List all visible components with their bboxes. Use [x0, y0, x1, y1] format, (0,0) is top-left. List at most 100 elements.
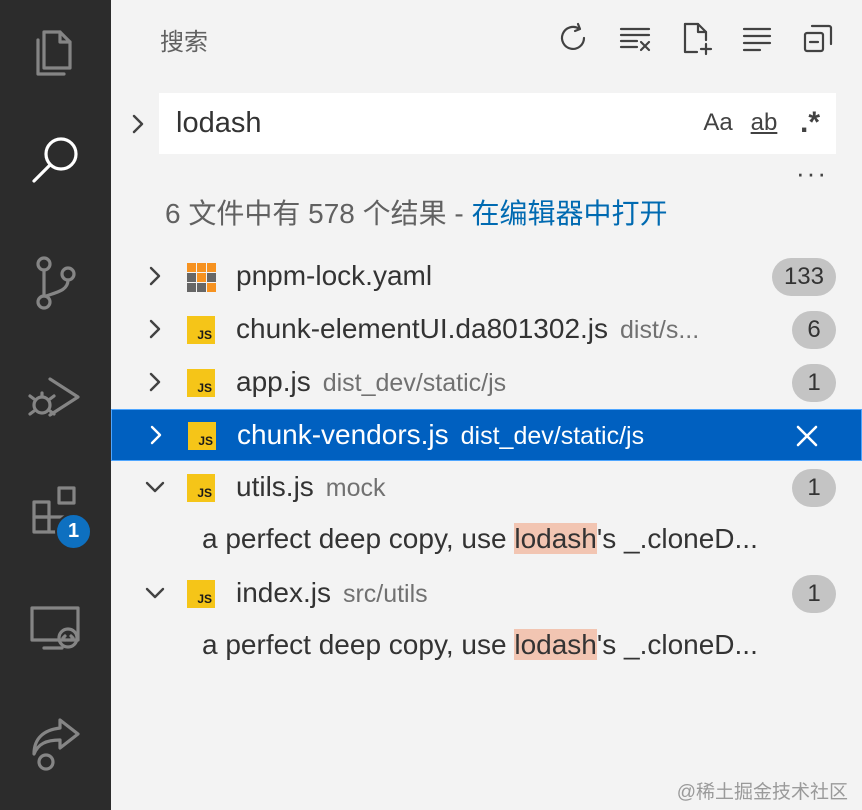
open-in-editor-link[interactable]: 在编辑器中打开 — [472, 198, 668, 229]
file-path: src/utils — [342, 580, 428, 608]
match-highlight: lodash — [514, 523, 597, 554]
js-icon-label: JS — [197, 381, 212, 395]
files-icon — [35, 30, 72, 76]
js-icon-label: JS — [197, 486, 212, 500]
new-search-editor-button[interactable] — [674, 16, 718, 60]
match-highlight: lodash — [514, 629, 597, 660]
js-file-icon: JS — [187, 316, 215, 344]
extensions-button[interactable] — [0, 460, 111, 560]
js-file-icon: JS — [187, 580, 215, 608]
file-name-text: chunk-elementUI.da801302.js — [236, 313, 609, 344]
watermark: @稀土掘金技术社区 — [676, 782, 848, 803]
match-line[interactable]: a perfect deep copy, use lodash's _.clon… — [202, 514, 852, 566]
file-name: utils.js mock — [236, 471, 386, 503]
search-options: Aa ab .* — [702, 105, 826, 141]
js-file-icon: JS — [188, 422, 216, 450]
header-actions — [552, 16, 840, 60]
collapse-all-icon — [742, 27, 772, 52]
file-name: chunk-elementUI.da801302.js dist/s... — [236, 313, 699, 345]
match-count-badge: 1 — [792, 575, 836, 613]
expand-toggle[interactable] — [144, 476, 168, 500]
search-box: Aa ab .* — [159, 93, 836, 154]
file-name-text: index.js — [236, 577, 331, 608]
file-path: mock — [325, 474, 386, 502]
source-control-icon — [35, 256, 76, 310]
file-path: dist_dev/static/js — [322, 369, 507, 397]
chevron-right-icon — [150, 425, 162, 445]
collapse-all-button[interactable] — [735, 16, 779, 60]
chevron-right-icon — [149, 372, 161, 392]
match-count-badge: 6 — [792, 311, 836, 349]
use-regex-toggle[interactable]: .* — [794, 105, 826, 141]
view-as-tree-icon — [803, 24, 833, 53]
file-result-row[interactable]: JS index.js src/utils 1 — [111, 568, 862, 620]
expand-toggle[interactable] — [144, 265, 168, 289]
expand-toggle[interactable] — [145, 424, 169, 448]
file-name-text: utils.js — [236, 471, 314, 502]
view-as-tree-button[interactable] — [796, 16, 840, 60]
file-result-row[interactable]: JS chunk-elementUI.da801302.js dist/s... … — [111, 304, 862, 356]
file-name: pnpm-lock.yaml — [236, 260, 433, 291]
js-icon-label: JS — [197, 328, 212, 342]
match-before: a perfect deep copy, use — [202, 629, 515, 660]
expand-toggle[interactable] — [144, 371, 168, 395]
file-name-text: app.js — [236, 366, 311, 397]
share-icon — [31, 718, 80, 771]
js-file-icon: JS — [187, 474, 215, 502]
remote-explorer-button[interactable] — [0, 578, 111, 678]
js-file-icon: JS — [187, 369, 215, 397]
clear-results-button[interactable] — [613, 16, 657, 60]
match-after: 's _.cloneD... — [596, 523, 758, 554]
refresh-button[interactable] — [552, 16, 596, 60]
file-path: dist/s... — [620, 316, 700, 344]
file-result-row[interactable]: JS utils.js mock 1 — [111, 462, 862, 514]
chevron-right-icon — [132, 114, 144, 134]
results-count-text: 6 文件中有 578 个结果 - — [165, 198, 472, 229]
dismiss-result-button[interactable] — [793, 422, 821, 450]
file-result-row[interactable]: pnpm-lock.yaml 133 — [111, 251, 862, 303]
extensions-badge: 1 — [55, 513, 92, 550]
results-summary: 6 文件中有 578 个结果 - 在编辑器中打开 — [165, 192, 668, 232]
search-sidebar: 搜索 Aa ab .* ··· — [111, 0, 862, 810]
search-icon — [31, 137, 78, 183]
toggle-replace-button[interactable] — [123, 106, 153, 142]
match-count-badge: 133 — [771, 258, 836, 296]
js-icon-label: JS — [198, 434, 213, 448]
search-input[interactable] — [176, 103, 656, 143]
clear-results-icon — [619, 27, 651, 52]
match-line[interactable]: a perfect deep copy, use lodash's _.clon… — [202, 620, 852, 672]
remote-icon — [29, 606, 80, 650]
match-after: 's _.cloneD... — [596, 629, 758, 660]
file-name: chunk-vendors.js dist_dev/static/js — [237, 419, 644, 451]
chevron-down-icon — [145, 587, 165, 599]
sidebar-header: 搜索 — [111, 0, 862, 76]
match-case-toggle[interactable]: Aa — [702, 105, 734, 141]
expand-toggle[interactable] — [144, 582, 168, 606]
activity-bar: 1 — [0, 0, 111, 810]
refresh-icon — [560, 22, 586, 50]
chevron-right-icon — [149, 319, 161, 339]
file-name-text: chunk-vendors.js — [237, 419, 449, 450]
search-view-button[interactable] — [0, 110, 111, 210]
file-name: app.js dist_dev/static/js — [236, 366, 506, 398]
js-icon-label: JS — [197, 592, 212, 606]
match-count-badge: 1 — [792, 364, 836, 402]
close-icon — [796, 425, 818, 447]
live-share-button[interactable] — [0, 692, 111, 792]
match-count-badge: 1 — [792, 469, 836, 507]
source-control-button[interactable] — [0, 232, 111, 332]
file-result-row-selected[interactable]: JS chunk-vendors.js dist_dev/static/js — [111, 409, 862, 461]
expand-toggle[interactable] — [144, 318, 168, 342]
file-path: dist_dev/static/js — [460, 422, 645, 450]
debug-icon — [27, 377, 80, 417]
chevron-right-icon — [149, 266, 161, 286]
file-name: index.js src/utils — [236, 577, 428, 609]
chevron-down-icon — [145, 481, 165, 493]
run-debug-button[interactable] — [0, 345, 111, 445]
toggle-search-details-button[interactable]: ··· — [796, 158, 828, 189]
yaml-file-icon — [187, 263, 216, 292]
file-result-row[interactable]: JS app.js dist_dev/static/js 1 — [111, 357, 862, 409]
view-title: 搜索 — [160, 29, 208, 56]
match-whole-word-toggle[interactable]: ab — [748, 105, 780, 141]
explorer-button[interactable] — [0, 0, 111, 100]
